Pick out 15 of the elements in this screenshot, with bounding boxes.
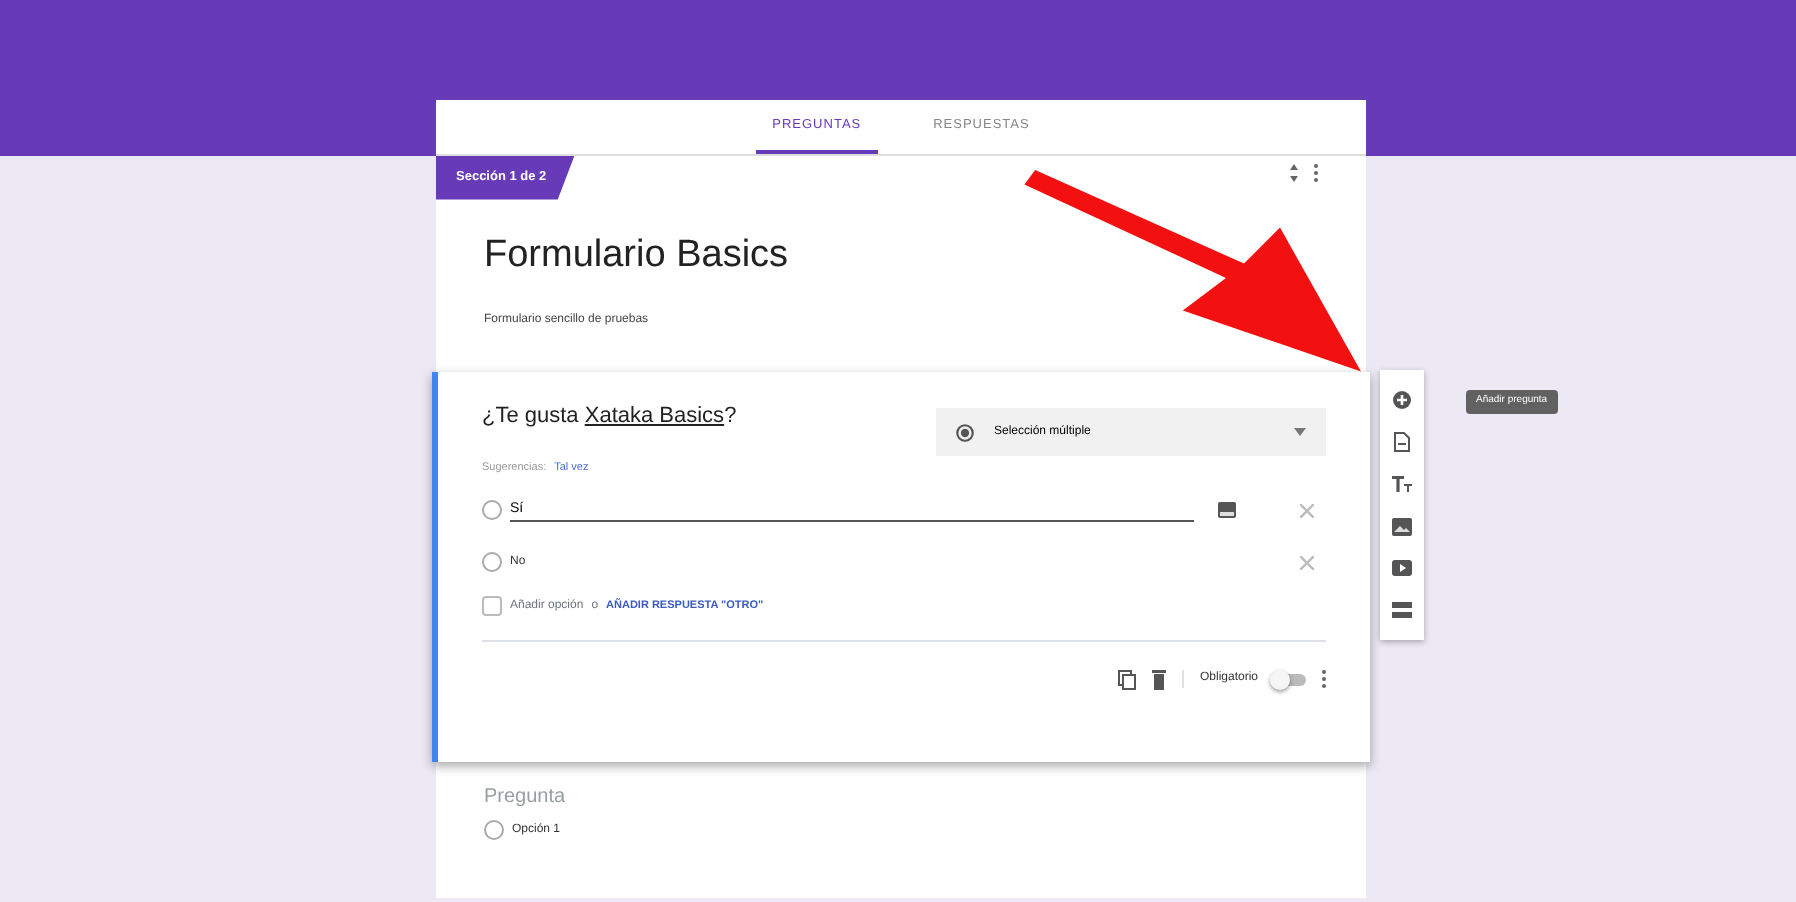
- checkbox-icon: [482, 596, 502, 617]
- import-icon[interactable]: [1388, 427, 1416, 456]
- radio-button[interactable]: [482, 552, 502, 573]
- add-icon[interactable]: [1388, 385, 1416, 414]
- form-title[interactable]: Formulario Basics: [484, 227, 789, 285]
- collapse-icon[interactable]: [1290, 164, 1298, 182]
- radio-button[interactable]: [482, 500, 502, 521]
- required-toggle[interactable]: [1274, 673, 1306, 686]
- question-title[interactable]: ¿Te gusta Xataka Basics?: [482, 400, 737, 433]
- radio-icon: [956, 423, 974, 441]
- trash-icon[interactable]: [1151, 669, 1166, 690]
- image-icon[interactable]: [1218, 502, 1236, 519]
- duplicate-icon[interactable]: [1117, 669, 1136, 690]
- caret-icon: [1294, 428, 1306, 436]
- image-icon[interactable]: [1388, 512, 1416, 541]
